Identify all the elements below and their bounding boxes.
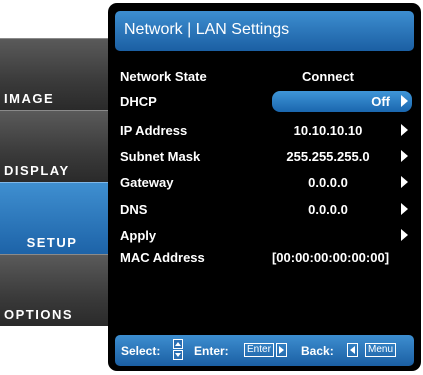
tab-image[interactable]: IMAGE	[0, 38, 112, 110]
chevron-right-icon[interactable]	[401, 124, 408, 136]
help-bar: Select: Enter: Enter Back: Menu	[115, 335, 414, 366]
row-value: Connect	[302, 69, 354, 84]
enter-label: Enter:	[194, 344, 229, 358]
row-value: 255.255.255.0	[286, 149, 370, 164]
row-value: 0.0.0.0	[308, 202, 348, 217]
tab-setup-label: SETUP	[26, 235, 78, 250]
tab-image-label: IMAGE	[4, 91, 55, 106]
chevron-right-icon[interactable]	[401, 176, 408, 188]
menu-key: Menu	[365, 343, 397, 357]
row-network-state: Network State Connect	[108, 66, 421, 88]
chevron-right-icon[interactable]	[401, 150, 408, 162]
chevron-right-icon[interactable]	[401, 95, 408, 107]
row-label: Network State	[120, 69, 207, 84]
enter-key: Enter	[244, 343, 274, 357]
row-subnet-mask[interactable]: Subnet Mask 255.255.255.0	[108, 146, 421, 168]
left-arrow-key-icon	[347, 343, 358, 357]
row-gateway[interactable]: Gateway 0.0.0.0	[108, 172, 421, 194]
chevron-right-icon[interactable]	[401, 203, 408, 215]
row-label: DNS	[120, 202, 148, 217]
select-label: Select:	[121, 344, 161, 358]
tab-display-label: DISPLAY	[4, 163, 70, 178]
row-label: IP Address	[120, 123, 188, 138]
right-arrow-key-icon	[276, 343, 287, 357]
tab-options-label: OPTIONS	[4, 307, 74, 322]
row-dns[interactable]: DNS 0.0.0.0	[108, 199, 421, 221]
row-label: Apply	[120, 228, 157, 243]
row-apply[interactable]: Apply	[108, 225, 421, 247]
title-bar: Network | LAN Settings	[115, 11, 414, 51]
row-value: [00:00:00:00:00:00]	[271, 250, 390, 265]
back-label: Back:	[301, 344, 334, 358]
row-label: MAC Address	[120, 250, 205, 265]
chevron-right-icon[interactable]	[401, 229, 408, 241]
sidebar: IMAGE DISPLAY SETUP OPTIONS	[0, 38, 112, 338]
tab-setup[interactable]: SETUP	[0, 182, 112, 254]
row-mac-address: MAC Address [00:00:00:00:00:00]	[108, 247, 421, 269]
row-label: DHCP	[120, 94, 157, 109]
row-value: 0.0.0.0	[308, 175, 348, 190]
tab-display[interactable]: DISPLAY	[0, 110, 112, 182]
row-label: Gateway	[120, 175, 174, 190]
settings-panel: Network | LAN Settings Network State Con…	[108, 3, 421, 371]
row-ip-address[interactable]: IP Address 10.10.10.10	[108, 120, 421, 142]
row-value: 10.10.10.10	[293, 123, 363, 138]
tab-options[interactable]: OPTIONS	[0, 254, 112, 326]
row-value: Off	[371, 94, 390, 109]
row-dhcp[interactable]: DHCP Off	[108, 91, 421, 113]
row-label: Subnet Mask	[120, 149, 201, 164]
up-down-icon	[173, 339, 183, 361]
page-title: Network | LAN Settings	[124, 21, 290, 38]
